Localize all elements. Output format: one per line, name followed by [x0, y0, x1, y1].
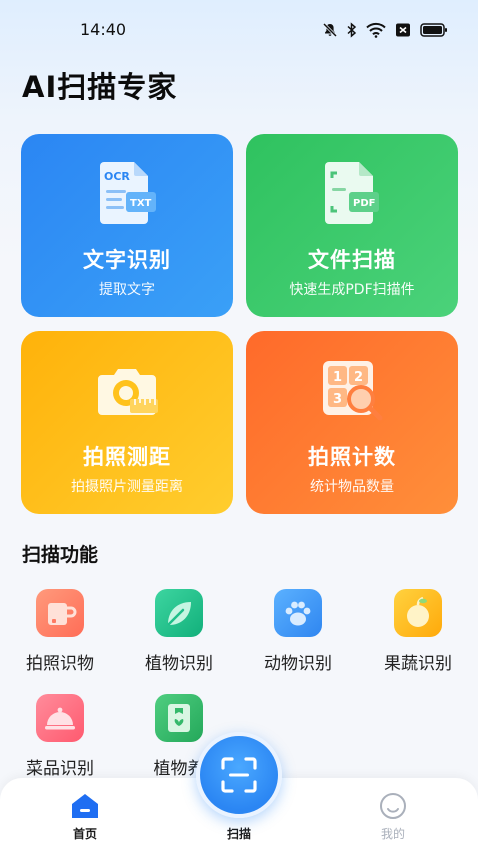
leaf-icon — [155, 589, 203, 637]
nav-home[interactable]: 首页 — [35, 778, 135, 850]
card-subtitle: 提取文字 — [99, 282, 155, 298]
food-cover-icon — [36, 694, 84, 742]
pdf-badge: PDF — [353, 198, 375, 209]
camera-ruler-icon — [98, 369, 158, 415]
feature-plant-recognition[interactable]: 植物识别 — [129, 589, 229, 679]
card-title: 拍照测距 — [83, 445, 171, 469]
scan-frame-icon — [221, 757, 257, 793]
fruit-icon — [394, 589, 442, 637]
pdf-document-icon: PDF — [325, 162, 379, 224]
count-magnifier-icon: 1 2 3 — [323, 361, 383, 421]
battery-icon — [420, 23, 447, 37]
document-scan-card[interactable]: PDF 文件扫描 快速生成PDF扫描件 — [246, 134, 458, 317]
status-icons — [322, 22, 448, 38]
feature-object-recognition[interactable]: 拍照识物 — [10, 589, 110, 679]
scan-button[interactable] — [196, 732, 282, 818]
smiley-icon — [380, 793, 406, 819]
status-bar: 14:40 — [0, 0, 478, 60]
close-box-icon — [396, 23, 410, 37]
photo-count-card[interactable]: 1 2 3 拍照计数 统计物品数量 — [246, 331, 458, 514]
plant-card-icon — [155, 694, 203, 742]
card-title: 文件扫描 — [308, 248, 396, 272]
count-number-2: 2 — [354, 370, 363, 385]
card-subtitle: 快速生成PDF扫描件 — [289, 282, 415, 298]
feature-label: 拍照识物 — [26, 654, 94, 674]
txt-badge: TXT — [130, 198, 152, 209]
nav-mine-label: 我的 — [380, 827, 405, 841]
ocr-label: OCR — [104, 170, 130, 183]
ocr-document-icon: OCR TXT — [100, 162, 156, 224]
feature-fruit-recognition[interactable]: 果蔬识别 — [368, 589, 468, 679]
card-subtitle: 统计物品数量 — [310, 479, 394, 495]
feature-label: 果蔬识别 — [384, 654, 452, 674]
count-number-1: 1 — [333, 370, 342, 385]
status-time: 14:40 — [80, 20, 127, 39]
card-title: 拍照计数 — [308, 445, 396, 469]
count-number-3: 3 — [333, 392, 342, 407]
ocr-text-recognition-card[interactable]: OCR TXT 文字识别 提取文字 — [21, 134, 233, 317]
card-subtitle: 拍摄照片测量距离 — [71, 479, 183, 495]
nav-scan-label: 扫描 — [226, 827, 251, 841]
paw-icon — [274, 589, 322, 637]
nav-mine[interactable]: 我的 — [343, 778, 443, 850]
cup-icon — [36, 589, 84, 637]
feature-animal-recognition[interactable]: 动物识别 — [248, 589, 348, 679]
app-title: AI扫描专家 — [22, 70, 178, 104]
feature-label: 植物识别 — [145, 654, 213, 674]
mute-icon — [322, 22, 338, 38]
feature-label: 菜品识别 — [26, 759, 94, 779]
home-icon — [72, 794, 98, 818]
nav-home-label: 首页 — [72, 827, 97, 841]
card-title: 文字识别 — [83, 248, 171, 272]
photo-measure-card[interactable]: 拍照测距 拍摄照片测量距离 — [21, 331, 233, 514]
bluetooth-icon — [347, 22, 357, 38]
wifi-icon — [366, 22, 386, 38]
section-title: 扫描功能 — [22, 544, 99, 566]
feature-dish-recognition[interactable]: 菜品识别 — [10, 694, 110, 784]
feature-label: 动物识别 — [264, 654, 332, 674]
